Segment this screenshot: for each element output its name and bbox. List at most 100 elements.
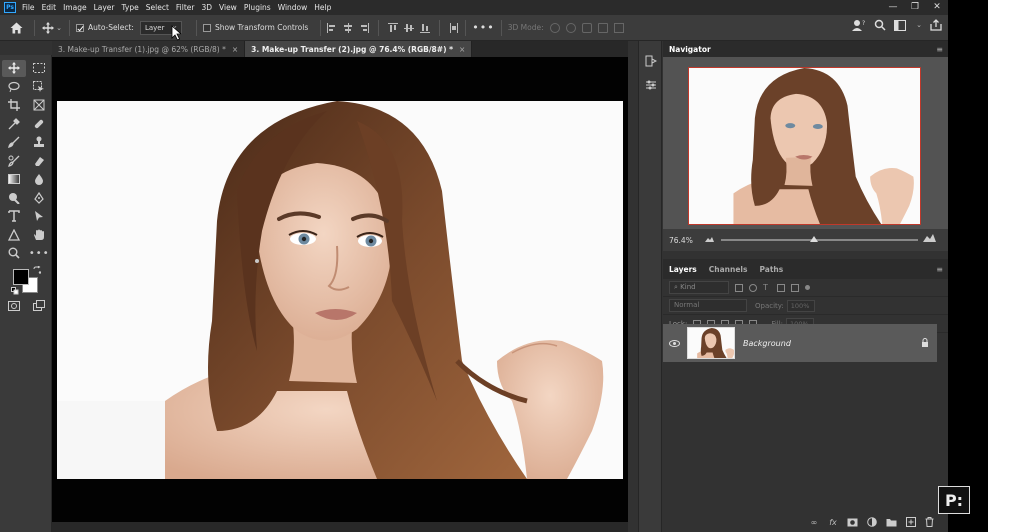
zoom-out-mountain-icon[interactable] [705,236,714,242]
auto-select-toggle[interactable]: Auto-Select: [76,23,134,32]
shape-tool[interactable] [2,226,26,243]
quick-mask-button[interactable] [2,297,26,314]
add-mask-icon[interactable] [847,518,858,527]
close-icon[interactable]: × [459,45,465,54]
layer-row-background[interactable]: Background [663,324,937,362]
user-account-icon[interactable]: ? [852,19,866,31]
menu-select[interactable]: Select [146,3,169,12]
close-icon[interactable]: × [232,45,238,54]
blur-tool[interactable] [28,171,52,188]
brush-tool[interactable] [2,134,26,151]
tab-paths[interactable]: Paths [759,265,783,274]
navigator-view-box[interactable] [688,67,921,225]
eyedropper-tool[interactable] [2,115,26,132]
delete-layer-trash-icon[interactable] [925,517,934,527]
frame-tool[interactable] [28,97,52,114]
new-group-folder-icon[interactable] [886,518,897,527]
chevron-down-icon[interactable]: ⌄ [916,21,922,29]
3d-pan-icon[interactable] [581,22,592,33]
distribute-icon[interactable] [449,22,459,33]
smart-object-filter-icon[interactable] [791,283,799,292]
menu-type[interactable]: Type [122,3,139,12]
align-horizontal-center-icon[interactable] [343,22,353,33]
workspace-icon[interactable] [894,19,907,31]
align-vertical-center-icon[interactable] [404,23,415,33]
3d-roll-icon[interactable] [565,22,576,33]
marquee-tool[interactable] [28,60,52,77]
zoom-slider-handle[interactable] [809,236,818,242]
history-brush-tool[interactable] [2,152,26,169]
align-left-icon[interactable] [327,22,337,33]
tab-channels[interactable]: Channels [709,265,748,274]
filter-toggle-icon[interactable] [805,285,810,290]
tab-make-up-transfer-1[interactable]: 3. Make-up Transfer (1).jpg @ 62% (RGB/8… [52,41,246,57]
tab-navigator[interactable]: Navigator [669,45,711,54]
menu-layer[interactable]: Layer [94,3,115,12]
hand-tool[interactable] [28,226,52,243]
default-colors-icon[interactable] [11,286,19,295]
adjustment-layer-icon[interactable] [867,517,877,527]
move-tool[interactable] [2,59,26,77]
history-panel-icon[interactable] [645,55,657,67]
shape-filter-icon[interactable] [777,283,785,292]
home-button[interactable] [4,17,28,39]
zoom-slider[interactable] [721,236,918,242]
more-options-button[interactable]: ••• [472,21,494,34]
clone-stamp-tool[interactable] [28,134,52,151]
show-transform-controls-checkbox[interactable] [202,23,211,32]
share-icon[interactable] [930,19,942,31]
adjustment-filter-icon[interactable] [749,283,757,292]
navigator-panel-menu-icon[interactable]: ≡ [936,45,943,54]
document-canvas[interactable] [57,101,623,479]
opacity-input[interactable]: 100% [786,299,815,312]
layer-visibility-toggle[interactable] [665,339,683,347]
lasso-tool[interactable] [2,78,26,95]
3d-orbit-icon[interactable] [549,22,560,33]
type-tool[interactable] [2,208,26,225]
restore-button[interactable]: ❐ [904,0,926,15]
new-layer-icon[interactable] [906,517,916,527]
menu-3d[interactable]: 3D [201,3,212,12]
tab-layers[interactable]: Layers [669,265,697,274]
menu-plugins[interactable]: Plugins [244,3,271,12]
pen-tool[interactable] [28,189,52,206]
layer-kind-filter[interactable]: ⌕ Kind [669,281,729,294]
search-icon[interactable] [874,19,886,31]
layers-panel-menu-icon[interactable]: ≡ [936,265,943,274]
tool-preset-picker[interactable]: ⌄ [41,21,63,34]
link-layers-icon[interactable]: ∞ [809,517,819,527]
align-right-icon[interactable] [359,22,370,33]
menu-file[interactable]: File [22,3,35,12]
3d-scale-icon[interactable] [613,22,624,33]
3d-slide-icon[interactable] [597,22,608,33]
adjustments-panel-icon[interactable] [645,79,657,91]
crop-tool[interactable] [2,97,26,114]
layer-name[interactable]: Background [743,339,791,348]
blend-mode-dropdown[interactable]: Normal [669,299,747,312]
align-top-icon[interactable] [388,22,399,33]
menu-image[interactable]: Image [63,3,87,12]
zoom-tool[interactable] [2,245,26,262]
menu-view[interactable]: View [219,3,237,12]
show-transform-controls-toggle[interactable]: Show Transform Controls [202,23,308,32]
minimize-button[interactable]: — [882,0,904,15]
gradient-tool[interactable] [2,171,26,188]
menu-edit[interactable]: Edit [42,3,57,12]
pixel-filter-icon[interactable] [735,283,743,292]
align-bottom-icon[interactable] [420,23,431,33]
screen-mode-button[interactable] [28,297,52,314]
swap-colors-icon[interactable] [33,265,41,274]
eraser-tool[interactable] [28,152,52,169]
foreground-color-swatch[interactable] [13,268,29,285]
layer-style-fx-icon[interactable]: fx [828,517,838,527]
canvas-area[interactable] [52,57,628,532]
object-selection-tool[interactable] [28,78,52,95]
menu-help[interactable]: Help [314,3,331,12]
menu-window[interactable]: Window [278,3,308,12]
type-filter-icon[interactable]: T [763,283,771,292]
tab-make-up-transfer-2[interactable]: 3. Make-up Transfer (2).jpg @ 76.4% (RGB… [245,41,473,57]
menu-filter[interactable]: Filter [176,3,195,12]
close-window-button[interactable]: ✕ [926,0,948,15]
edit-toolbar-button[interactable]: ••• [28,245,52,262]
healing-brush-tool[interactable] [28,115,52,132]
